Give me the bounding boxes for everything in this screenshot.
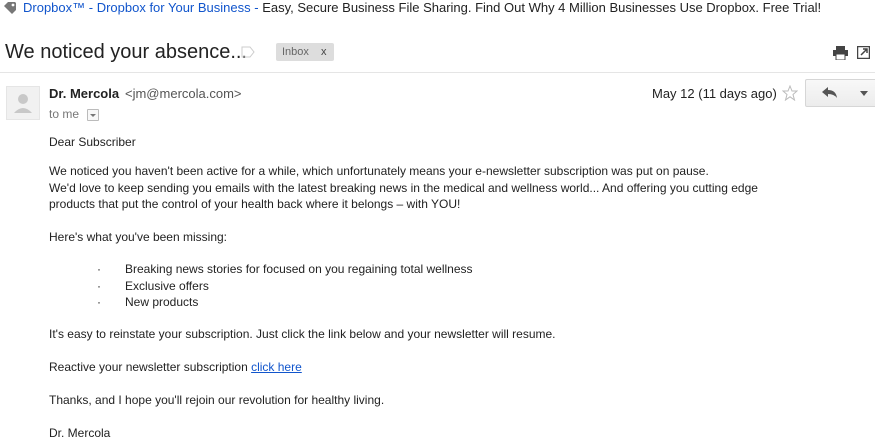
ad-link[interactable]: Dropbox™ - Dropbox for Your Business <box>23 0 251 15</box>
bullet-marker: · <box>97 295 101 309</box>
body-paragraph-line: We'd love to keep sending you emails wit… <box>49 181 758 195</box>
recipient-details-toggle[interactable] <box>87 109 99 121</box>
avatar-icon <box>6 86 40 120</box>
list-item: New products <box>125 295 199 309</box>
inbox-label-text: Inbox <box>282 46 309 58</box>
missing-intro: Here's what you've been missing: <box>49 230 228 244</box>
ad-description: Easy, Secure Business File Sharing. Find… <box>262 0 822 15</box>
email-subject: We noticed your absence... <box>5 41 247 63</box>
ad-separator: - <box>250 0 263 15</box>
sender-name[interactable]: Dr. Mercola <box>49 86 119 101</box>
reinstate-text: It's easy to reinstate your subscription… <box>49 327 556 341</box>
header-divider <box>0 72 875 73</box>
list-item: Breaking news stories for focused on you… <box>125 262 473 276</box>
subject-row: We noticed your absence... Inbox x <box>0 36 875 70</box>
greeting: Dear Subscriber <box>49 135 136 149</box>
signature: Dr. Mercola <box>49 426 111 440</box>
recipient-text: to me <box>49 107 80 121</box>
print-icon[interactable] <box>833 46 848 60</box>
click-here-link[interactable]: click here <box>251 360 302 374</box>
more-actions-button[interactable] <box>852 79 875 107</box>
reactive-prefix: Reactive your newsletter subscription <box>49 360 252 374</box>
thanks-text: Thanks, and I hope you'll rejoin our rev… <box>49 393 385 407</box>
inbox-label-badge[interactable]: Inbox x <box>276 43 334 61</box>
reply-button[interactable] <box>805 79 853 107</box>
sender-email: <jm@mercola.com> <box>125 86 242 101</box>
body-paragraph-line: products that put the control of your he… <box>49 197 461 211</box>
star-icon[interactable] <box>782 85 798 101</box>
body-paragraph-line: We noticed you haven't been active for a… <box>49 164 709 178</box>
ad-bar: Dropbox™ - Dropbox for Your Business - E… <box>0 0 875 18</box>
bullet-marker: · <box>97 262 101 276</box>
list-item: Exclusive offers <box>125 279 209 293</box>
chevron-down-icon <box>90 114 96 117</box>
tag-icon <box>4 2 16 14</box>
remove-label-button[interactable]: x <box>321 43 327 61</box>
reply-icon <box>822 87 837 98</box>
new-window-icon[interactable] <box>857 46 870 59</box>
bullet-marker: · <box>97 279 101 293</box>
chevron-down-icon <box>860 91 868 96</box>
label-icon[interactable] <box>241 46 255 58</box>
reactive-line: Reactive your newsletter subscription cl… <box>49 359 302 375</box>
email-date: May 12 (11 days ago) <box>652 86 777 101</box>
